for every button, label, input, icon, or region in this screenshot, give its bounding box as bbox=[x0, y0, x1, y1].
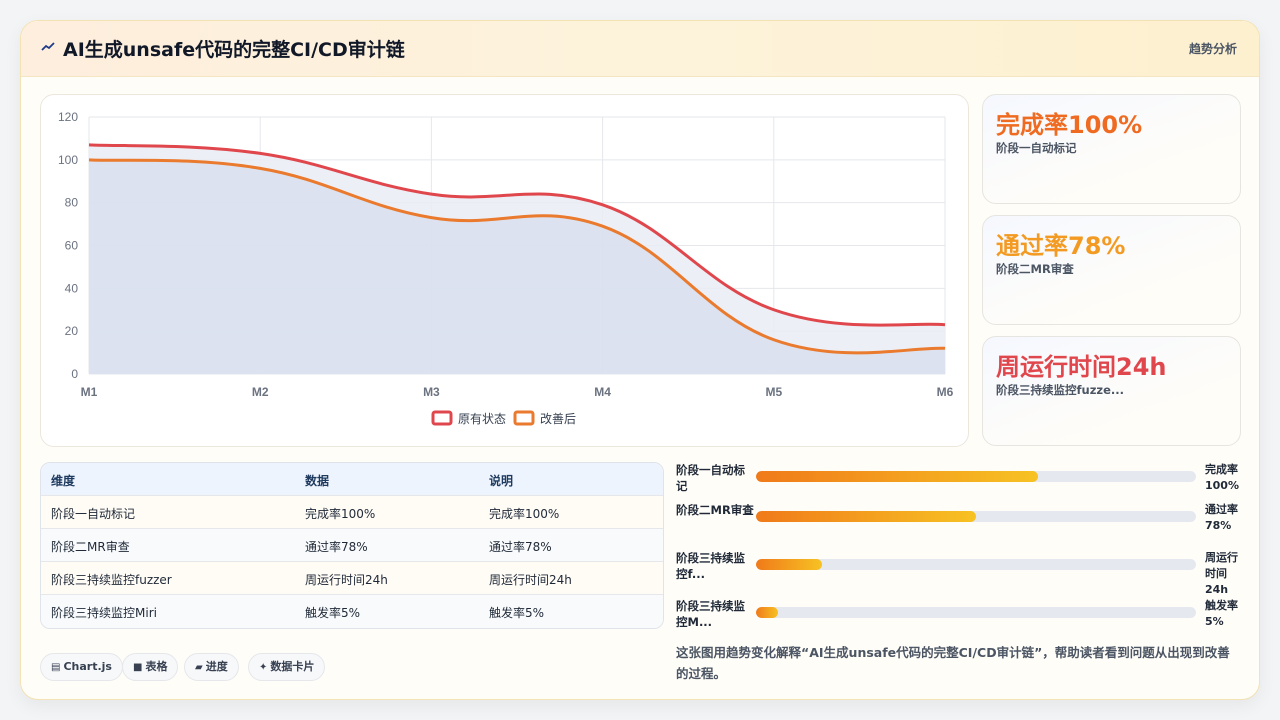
x-tick-label: M5 bbox=[765, 385, 782, 399]
data-table: 维度 数据 说明 阶段一自动标记 完成率100% 完成率100% 阶段二MR审查… bbox=[40, 462, 664, 629]
stat-card-runtime: 周运行时间24h 阶段三持续监控fuzze... bbox=[982, 336, 1241, 446]
table-cell: 周运行时间24h bbox=[489, 573, 572, 587]
table-cell: 触发率5% bbox=[489, 606, 545, 620]
progress-row: 阶段三持续监控M... 触发率5% bbox=[676, 598, 1241, 634]
progress-track bbox=[756, 511, 1196, 522]
chip-table[interactable]: ■ 表格 bbox=[122, 653, 179, 681]
chart-caption: 这张图用趋势变化解释“AI生成unsafe代码的完整CI/CD审计链”，帮助读者… bbox=[676, 645, 1230, 681]
table-cell: 通过率78% bbox=[305, 540, 368, 554]
y-tick-label: 80 bbox=[65, 196, 79, 210]
table-cell: 完成率100% bbox=[305, 507, 376, 521]
progress-value: 通过率78% bbox=[1205, 503, 1238, 532]
progress-label: 阶段一自动标记 bbox=[676, 463, 745, 493]
stat-label: 阶段三持续监控fuzze... bbox=[996, 383, 1124, 397]
chip-data-card[interactable]: ✦ 数据卡片 bbox=[248, 653, 326, 681]
x-tick-label: M2 bbox=[252, 385, 269, 399]
progress-fill bbox=[756, 559, 822, 570]
stat-value: 通过率78% bbox=[996, 232, 1126, 260]
chip-label: Chart.js bbox=[63, 660, 112, 673]
y-tick-label: 40 bbox=[65, 281, 79, 295]
progress-track bbox=[756, 607, 1196, 618]
header: AI生成unsafe代码的完整CI/CD审计链 趋势分析 bbox=[21, 21, 1259, 77]
header-tag: 趋势分析 bbox=[1188, 42, 1237, 56]
stat-card-pass-rate: 通过率78% 阶段二MR审查 bbox=[982, 215, 1241, 325]
progress-value: 触发率5% bbox=[1205, 599, 1238, 628]
table-row: 阶段三持续监控Miri 触发率5% 触发率5% bbox=[41, 595, 663, 628]
table-row: 阶段二MR审查 通过率78% 通过率78% bbox=[41, 529, 663, 562]
dashboard-card: AI生成unsafe代码的完整CI/CD审计链 趋势分析 0 20 40 60 80 10… bbox=[20, 20, 1260, 700]
stat-label: 阶段一自动标记 bbox=[996, 141, 1077, 155]
progress-label: 阶段二MR审查 bbox=[676, 503, 754, 517]
chip-chartjs[interactable]: ▤ Chart.js bbox=[40, 653, 123, 681]
y-tick-label: 20 bbox=[65, 324, 79, 338]
column-header: 维度 bbox=[51, 474, 76, 488]
trend-chart: 0 20 40 60 80 100 120 M1 M2 M3 M4 M5 M6 原有状态 改善后 bbox=[58, 110, 954, 426]
chart-icon: ▤ bbox=[51, 662, 61, 673]
table-cell: 完成率100% bbox=[489, 507, 560, 521]
table-cell: 阶段三持续监控Miri bbox=[51, 606, 157, 620]
progress-value: 完成率100% bbox=[1205, 463, 1239, 492]
chart-panel: 0 20 40 60 80 100 120 M1 M2 M3 M4 M5 M6 原有状态 改善后 bbox=[40, 94, 969, 447]
table-cell: 通过率78% bbox=[489, 540, 552, 554]
table-cell: 阶段三持续监控fuzzer bbox=[51, 573, 172, 587]
progress-fill bbox=[756, 511, 976, 522]
page-title: AI生成unsafe代码的完整CI/CD审计链 bbox=[63, 39, 405, 61]
chip-progress[interactable]: ▰ 进度 bbox=[184, 653, 239, 681]
progress-fill bbox=[756, 607, 778, 618]
chip-label: 进度 bbox=[205, 660, 228, 673]
table-cell: 触发率5% bbox=[305, 606, 361, 620]
y-tick-label: 60 bbox=[65, 239, 79, 253]
y-tick-label: 120 bbox=[58, 110, 78, 124]
x-tick-label: M1 bbox=[81, 385, 98, 399]
progress-value: 周运行时间24h bbox=[1205, 551, 1238, 596]
column-header: 说明 bbox=[489, 474, 514, 488]
stat-value: 周运行时间24h bbox=[996, 353, 1167, 381]
table-cell: 阶段一自动标记 bbox=[51, 507, 136, 521]
legend-label: 原有状态 bbox=[458, 412, 506, 426]
trend-icon bbox=[41, 42, 55, 51]
table-row: 阶段一自动标记 完成率100% 完成率100% bbox=[41, 496, 663, 529]
legend-label: 改善后 bbox=[540, 411, 576, 426]
progress-row: 阶段三持续监控f... 周运行时间24h bbox=[676, 550, 1241, 596]
x-tick-label: M4 bbox=[594, 385, 611, 399]
progress-row: 阶段一自动标记 完成率100% bbox=[676, 462, 1241, 498]
x-tick-label: M6 bbox=[937, 385, 954, 399]
chip-label: 数据卡片 bbox=[270, 660, 315, 673]
stat-card-completion: 完成率100% 阶段一自动标记 bbox=[982, 94, 1241, 204]
y-tick-label: 0 bbox=[71, 367, 78, 381]
progress-label: 阶段三持续监控f... bbox=[676, 551, 745, 581]
table-icon: ■ bbox=[133, 662, 143, 673]
progress-icon: ▰ bbox=[195, 662, 203, 673]
card-icon: ✦ bbox=[259, 662, 268, 673]
y-tick-label: 100 bbox=[58, 153, 78, 167]
table-cell: 周运行时间24h bbox=[305, 573, 388, 587]
table-row: 阶段三持续监控fuzzer 周运行时间24h 周运行时间24h bbox=[41, 562, 663, 595]
progress-fill bbox=[756, 471, 1038, 482]
column-header: 数据 bbox=[305, 474, 330, 488]
stat-value: 完成率100% bbox=[996, 111, 1143, 139]
x-tick-label: M3 bbox=[423, 385, 440, 399]
chip-label: 表格 bbox=[145, 660, 168, 673]
progress-track bbox=[756, 471, 1196, 482]
progress-row: 阶段二MR审查 通过率78% bbox=[676, 502, 1241, 538]
progress-label: 阶段三持续监控M... bbox=[676, 599, 745, 629]
progress-track bbox=[756, 559, 1196, 570]
legend-swatch bbox=[431, 410, 453, 426]
stat-label: 阶段二MR审查 bbox=[996, 262, 1074, 276]
legend-swatch bbox=[513, 410, 535, 426]
table-cell: 阶段二MR审查 bbox=[51, 540, 130, 554]
table-header-row: 维度 数据 说明 bbox=[41, 463, 663, 496]
